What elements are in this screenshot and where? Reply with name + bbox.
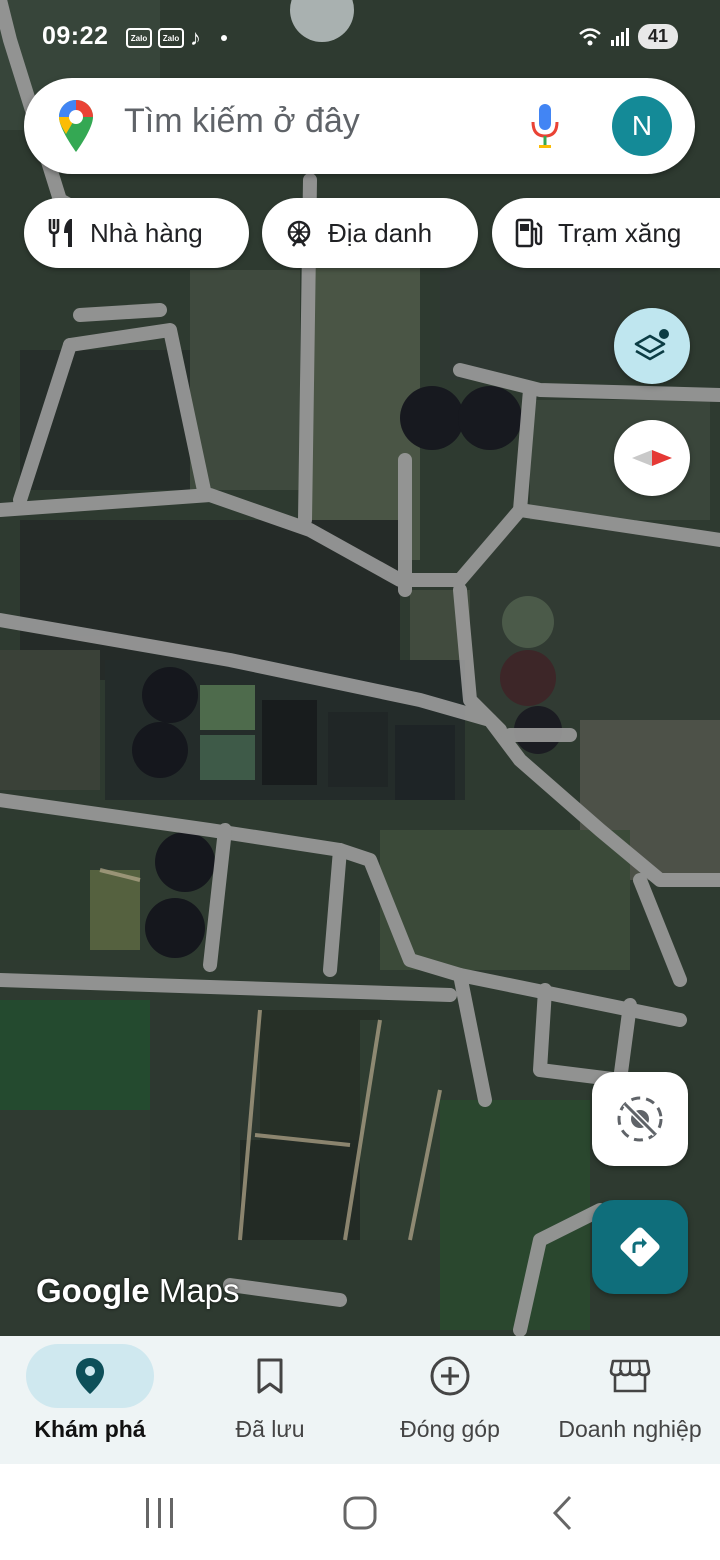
tab-label: Khám phá bbox=[34, 1416, 146, 1442]
add-circle-icon bbox=[430, 1356, 470, 1396]
status-time: 09:22 bbox=[42, 22, 109, 50]
google-maps-watermark: Google Maps bbox=[36, 1272, 240, 1310]
chip-label: Nhà hàng bbox=[90, 217, 203, 248]
landmark-icon bbox=[287, 220, 311, 247]
gas-station-icon bbox=[515, 218, 543, 248]
chip-gas-stations[interactable]: Trạm xăng bbox=[492, 198, 720, 268]
chip-label: Địa danh bbox=[328, 217, 433, 248]
search-bar[interactable]: Tìm kiếm ở đây N bbox=[24, 78, 695, 174]
tab-saved[interactable]: Đã lưu bbox=[180, 1336, 360, 1464]
tab-icon-pill bbox=[206, 1344, 334, 1408]
zalo-icon: Zalo bbox=[158, 28, 184, 48]
tab-label: Doanh nghiệp bbox=[558, 1416, 702, 1442]
notification-icons: Zalo Zalo ♪ bbox=[126, 25, 227, 50]
tab-label: Đóng góp bbox=[400, 1416, 500, 1442]
restaurant-icon bbox=[48, 219, 72, 247]
tab-contribute[interactable]: Đóng góp bbox=[360, 1336, 540, 1464]
storefront-icon bbox=[609, 1359, 651, 1393]
tab-icon-pill bbox=[386, 1344, 514, 1408]
status-bar: 09:22 Zalo Zalo ♪ 41 bbox=[0, 0, 720, 70]
location-pin-icon bbox=[76, 1358, 104, 1394]
watermark-maps: Maps bbox=[158, 1272, 240, 1309]
system-icons: 41 bbox=[578, 24, 678, 49]
back-icon[interactable] bbox=[548, 1494, 578, 1532]
battery-indicator: 41 bbox=[637, 24, 678, 49]
tab-business[interactable]: Doanh nghiệp bbox=[540, 1336, 720, 1464]
compass-icon bbox=[632, 450, 672, 466]
search-placeholder[interactable]: Tìm kiếm ở đây bbox=[124, 102, 360, 141]
more-notifications-dot bbox=[221, 35, 227, 41]
layers-button[interactable] bbox=[614, 308, 690, 384]
chip-label: Trạm xăng bbox=[558, 217, 682, 248]
tab-label: Đã lưu bbox=[235, 1416, 305, 1442]
google-maps-logo-icon bbox=[59, 100, 93, 152]
my-location-button[interactable] bbox=[592, 1072, 688, 1166]
bottom-navigation: Khám phá Đã lưu Đóng góp Doanh nghiệp bbox=[0, 1336, 720, 1464]
directions-icon bbox=[620, 1227, 660, 1267]
tab-icon-pill bbox=[26, 1344, 154, 1408]
tab-explore[interactable]: Khám phá bbox=[0, 1336, 180, 1464]
location-disabled-icon bbox=[617, 1096, 663, 1142]
bookmark-icon bbox=[257, 1358, 283, 1394]
layers-icon bbox=[634, 329, 669, 361]
tiktok-icon: ♪ bbox=[190, 25, 201, 50]
system-navigation-bar bbox=[0, 1464, 720, 1560]
chip-restaurants[interactable]: Nhà hàng bbox=[24, 198, 249, 268]
home-icon[interactable] bbox=[342, 1495, 378, 1531]
zalo-icon: Zalo bbox=[126, 28, 152, 48]
account-avatar[interactable]: N bbox=[612, 96, 672, 156]
recent-apps-icon[interactable] bbox=[142, 1496, 178, 1530]
microphone-icon[interactable] bbox=[529, 102, 561, 150]
wifi-icon bbox=[579, 27, 601, 45]
tab-icon-pill bbox=[566, 1344, 694, 1408]
watermark-google: Google bbox=[36, 1272, 150, 1309]
directions-button[interactable] bbox=[592, 1200, 688, 1294]
signal-icon bbox=[610, 27, 629, 46]
compass-button[interactable] bbox=[614, 420, 690, 496]
chip-landmarks[interactable]: Địa danh bbox=[262, 198, 478, 268]
